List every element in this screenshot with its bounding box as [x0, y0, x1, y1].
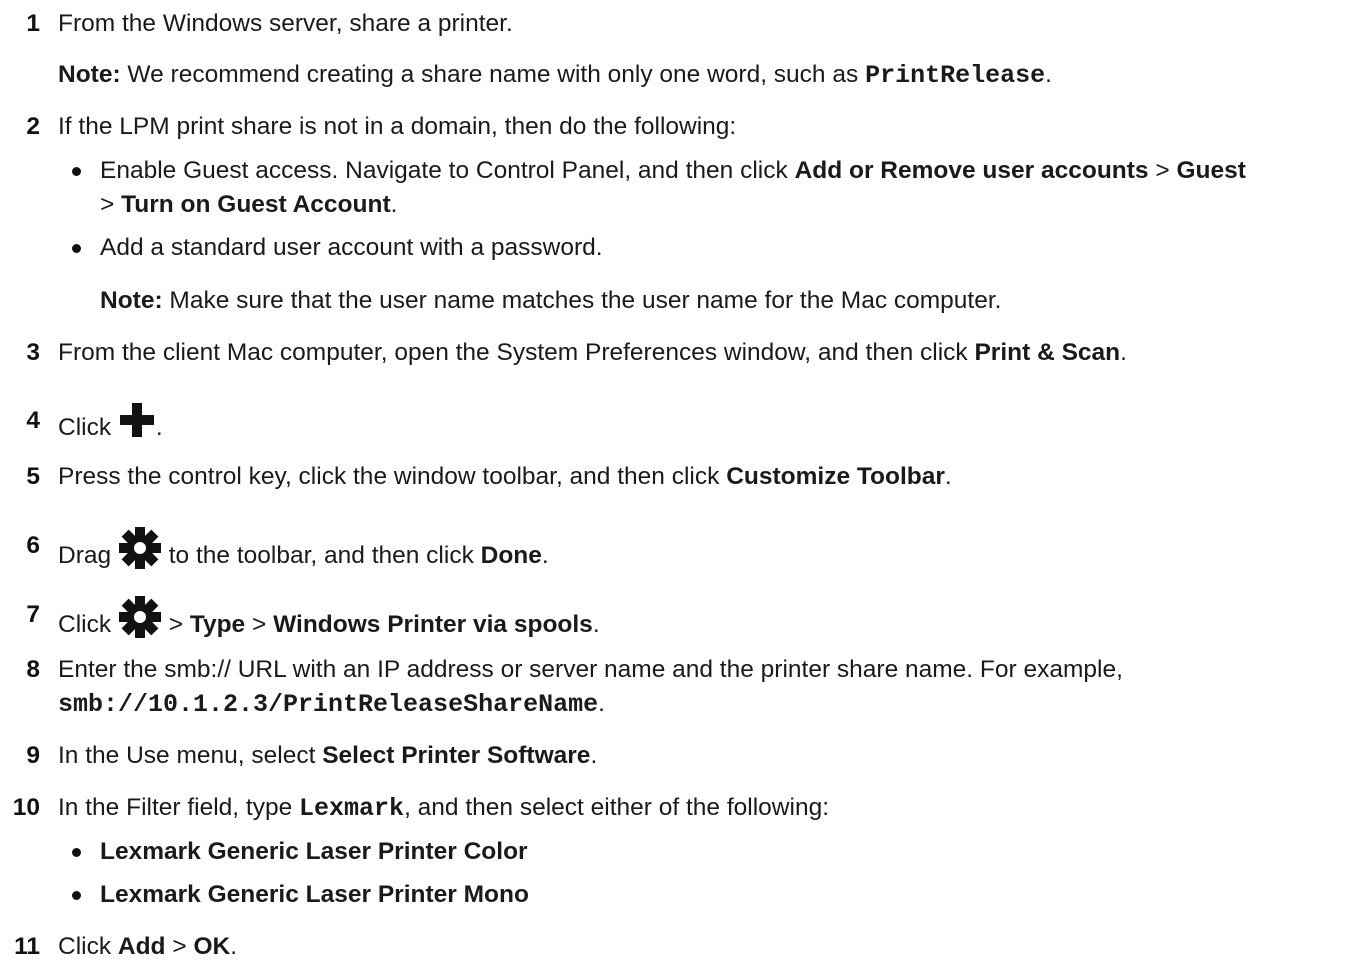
- step-text: Click Add > OK.: [58, 933, 237, 960]
- bullet-dot: [72, 848, 81, 857]
- share-name-code: PrintRelease: [865, 61, 1046, 90]
- step-text: Click > Type > Windows Printer via spool…: [58, 596, 1363, 652]
- step-number: 8: [26, 656, 40, 683]
- step-number: 3: [26, 339, 40, 366]
- step-text: From the Windows server, share a printer…: [58, 10, 513, 37]
- gear-icon: [118, 595, 162, 648]
- filter-code: Lexmark: [299, 794, 405, 823]
- note: Note: We recommend creating a share name…: [58, 61, 1052, 90]
- step-text: From the client Mac computer, open the S…: [58, 339, 1127, 366]
- bullet-text: Lexmark Generic Laser Printer Color: [100, 838, 528, 865]
- step-number: 5: [26, 463, 40, 490]
- step-text: If the LPM print share is not in a domai…: [58, 113, 737, 140]
- step-number: 6: [26, 532, 40, 559]
- step-text: In the Use menu, select Select Printer S…: [58, 742, 598, 769]
- note-label: Note:: [58, 61, 121, 88]
- bullet-dot: [72, 891, 81, 900]
- step-text: Press the control key, click the window …: [58, 463, 952, 490]
- smb-url-code: smb://10.1.2.3/PrintReleaseShareName: [58, 690, 599, 719]
- step-number: 11: [14, 933, 40, 960]
- plus-icon: [118, 401, 156, 448]
- instructions-document: 1 From the Windows server, share a print…: [0, 0, 1363, 960]
- bullet-text: Enable Guest access. Navigate to Control…: [100, 157, 1246, 184]
- step-text: Enter the smb:// URL with an IP address …: [58, 656, 1123, 683]
- print-scan-label: Print & Scan: [974, 339, 1121, 366]
- gear-icon: [118, 526, 162, 579]
- step-number: 2: [26, 113, 40, 140]
- step-number: 1: [26, 10, 40, 37]
- bullet-text: Add a standard user account with a passw…: [100, 234, 603, 261]
- step-text: Drag to the toolbar, and then click Done…: [58, 527, 1363, 583]
- note: Note: Make sure that the user name match…: [100, 287, 1002, 314]
- step-number: 9: [26, 742, 40, 769]
- note-label: Note:: [100, 287, 163, 314]
- step-number: 4: [26, 407, 40, 434]
- bullet-text: Lexmark Generic Laser Printer Mono: [100, 881, 529, 908]
- bullet-dot: [72, 167, 81, 176]
- step-text: In the Filter field, type Lexmark, and t…: [58, 794, 829, 823]
- step-number: 10: [12, 794, 40, 821]
- step-number: 7: [26, 601, 40, 628]
- bullet-dot: [72, 244, 81, 253]
- step-text: Click .: [58, 403, 1363, 452]
